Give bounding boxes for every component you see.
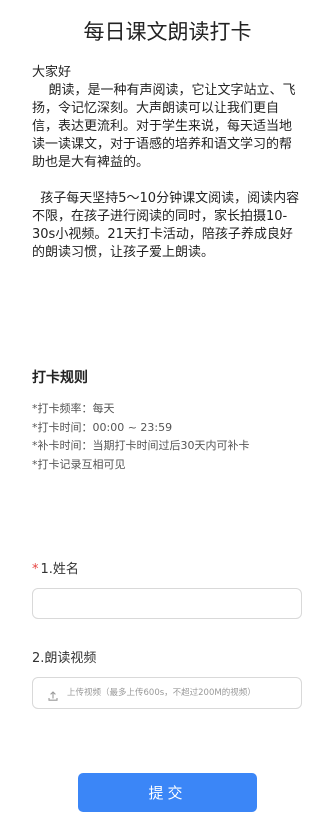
name-label-text: 1.姓名 <box>40 562 79 577</box>
intro-greeting: 大家好 <box>32 65 72 80</box>
upload-hint: 上传视频（最多上传600s，不超过200M的视频） <box>67 688 256 698</box>
required-mark: * <box>32 562 39 577</box>
rules-title: 打卡规则 <box>32 370 88 386</box>
page-title: 每日课文朗读打卡 <box>83 20 252 44</box>
rules-list: *打卡频率：每天 *打卡时间：00:00 ~ 23:59 *补卡时间：当期打卡时… <box>32 400 302 474</box>
intro-paragraph-2: 孩子每天坚持5～10分钟课文阅读，阅读内容不限，在孩子进行阅读的同时，家长拍摄1… <box>32 191 300 260</box>
upload-icon <box>47 687 59 701</box>
rule-time: *打卡时间：00:00 ~ 23:59 <box>32 420 173 434</box>
video-field-label: 2.朗读视频 <box>32 651 97 666</box>
name-input[interactable] <box>32 588 302 619</box>
rule-frequency: *打卡频率：每天 <box>32 402 115 415</box>
video-upload-button[interactable]: 上传视频（最多上传600s，不超过200M的视频） <box>32 677 302 709</box>
rule-visibility: *打卡记录互相可见 <box>32 457 126 471</box>
name-field-label: * 1.姓名 <box>32 561 79 579</box>
rule-makeup-time: *补卡时间：当期打卡时间过后30天内可补卡 <box>32 439 250 452</box>
submit-button[interactable]: 提交 <box>78 773 257 812</box>
intro-text: 大家好 朗读，是一种有声阅读，它让文字站立、飞扬，令记忆深刻。大声朗读可以让我们… <box>32 64 304 262</box>
intro-paragraph-1: 朗读，是一种有声阅读，它让文字站立、飞扬，令记忆深刻。大声朗读可以让我们更自信，… <box>32 83 296 170</box>
